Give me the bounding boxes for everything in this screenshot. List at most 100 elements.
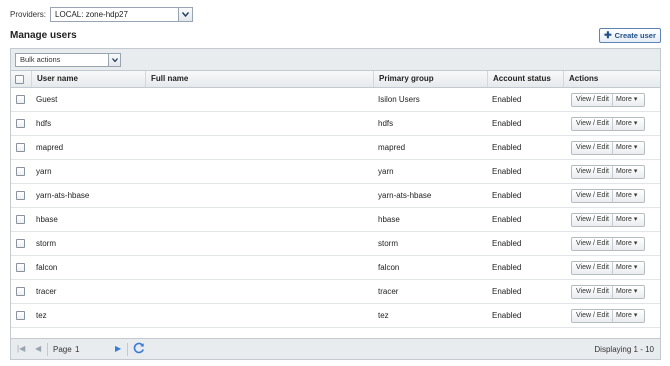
more-menu-button[interactable]: More ▾	[613, 142, 639, 154]
cell-account-status: Enabled	[492, 311, 522, 320]
view-edit-button[interactable]: View / Edit	[572, 214, 613, 226]
view-edit-button[interactable]: View / Edit	[572, 142, 613, 154]
row-checkbox[interactable]	[16, 263, 25, 272]
cell-primary-group: Isilon Users	[378, 95, 420, 104]
grid-toolbar: Bulk actions	[11, 49, 660, 71]
cell-user-name: tracer	[36, 287, 57, 296]
table-row: hdfs hdfs Enabled View / Edit More ▾	[11, 112, 660, 136]
view-edit-button[interactable]: View / Edit	[572, 238, 613, 250]
view-edit-button[interactable]: View / Edit	[572, 310, 613, 322]
table-row: falcon falcon Enabled View / Edit More ▾	[11, 256, 660, 280]
row-checkbox[interactable]	[16, 143, 25, 152]
first-page-icon[interactable]: |◀	[17, 344, 25, 353]
table-row: hbase hbase Enabled View / Edit More ▾	[11, 208, 660, 232]
pagination-bar: |◀ ◀ Page 1 ▶ Displaying 1 - 10	[11, 338, 660, 359]
chevron-down-icon[interactable]	[108, 54, 120, 66]
row-actions-button-group: View / Edit More ▾	[571, 93, 645, 107]
row-checkbox[interactable]	[16, 239, 25, 248]
cell-user-name: tez	[36, 311, 47, 320]
view-edit-button[interactable]: View / Edit	[572, 286, 613, 298]
more-menu-button[interactable]: More ▾	[613, 118, 639, 130]
table-row: yarn yarn Enabled View / Edit More ▾	[11, 160, 660, 184]
cell-user-name: mapred	[36, 143, 64, 152]
table-body: Guest Isilon Users Enabled View / Edit More …	[11, 88, 660, 328]
pager-divider	[47, 343, 48, 356]
cell-primary-group: tez	[378, 311, 389, 320]
cell-account-status: Enabled	[492, 95, 522, 104]
cell-account-status: Enabled	[492, 167, 522, 176]
cell-full-name	[145, 280, 373, 303]
header-select-all-cell	[11, 71, 31, 87]
cell-user-name: hdfs	[36, 119, 52, 128]
row-checkbox[interactable]	[16, 167, 25, 176]
chevron-down-icon[interactable]	[178, 7, 193, 21]
cell-user-name: Guest	[36, 95, 58, 104]
row-checkbox[interactable]	[16, 311, 25, 320]
row-actions-button-group: View / Edit More ▾	[571, 261, 645, 275]
table-row: yarn-ats-hbase yarn-ats-hbase Enabled View …	[11, 184, 660, 208]
column-header-user-name[interactable]: User name	[31, 71, 145, 87]
cell-full-name	[145, 256, 373, 279]
page-label: Page	[53, 345, 72, 354]
cell-full-name	[145, 160, 373, 183]
refresh-icon[interactable]	[133, 342, 145, 356]
cell-account-status: Enabled	[492, 287, 522, 296]
row-actions-button-group: View / Edit More ▾	[571, 285, 645, 299]
providers-selector: Providers: LOCAL: zone-hdp27	[10, 6, 194, 22]
column-header-full-name[interactable]: Full name	[145, 71, 373, 87]
cell-full-name	[145, 112, 373, 135]
cell-user-name: falcon	[36, 263, 58, 272]
row-checkbox[interactable]	[16, 191, 25, 200]
bulk-actions-label: Bulk actions	[20, 55, 61, 64]
cell-full-name	[145, 208, 373, 231]
more-menu-button[interactable]: More ▾	[613, 286, 639, 298]
cell-user-name: yarn-ats-hbase	[36, 191, 90, 200]
page-title: Manage users	[10, 30, 77, 41]
row-checkbox[interactable]	[16, 119, 25, 128]
more-menu-button[interactable]: More ▾	[613, 94, 639, 106]
row-checkbox[interactable]	[16, 215, 25, 224]
prev-page-icon[interactable]: ◀	[35, 344, 41, 353]
view-edit-button[interactable]: View / Edit	[572, 118, 613, 130]
view-edit-button[interactable]: View / Edit	[572, 94, 613, 106]
column-header-actions: Actions	[563, 71, 660, 87]
bulk-actions-dropdown[interactable]: Bulk actions	[15, 53, 121, 67]
more-menu-button[interactable]: More ▾	[613, 214, 639, 226]
row-actions-button-group: View / Edit More ▾	[571, 237, 645, 251]
column-header-account-status[interactable]: Account status	[487, 71, 563, 87]
cell-user-name: storm	[36, 239, 56, 248]
row-checkbox[interactable]	[16, 95, 25, 104]
row-checkbox[interactable]	[16, 287, 25, 296]
cell-full-name	[145, 136, 373, 159]
more-menu-button[interactable]: More ▾	[613, 262, 639, 274]
cell-full-name	[145, 184, 373, 207]
row-actions-button-group: View / Edit More ▾	[571, 141, 645, 155]
cell-primary-group: mapred	[378, 143, 406, 152]
cell-account-status: Enabled	[492, 191, 522, 200]
page-number-input[interactable]: 1	[75, 343, 79, 356]
users-grid: Bulk actions User name Full name Primary…	[10, 48, 661, 360]
column-header-primary-group[interactable]: Primary group	[373, 71, 487, 87]
cell-user-name: yarn	[36, 167, 52, 176]
cell-account-status: Enabled	[492, 119, 522, 128]
more-menu-button[interactable]: More ▾	[613, 190, 639, 202]
view-edit-button[interactable]: View / Edit	[572, 166, 613, 178]
more-menu-button[interactable]: More ▾	[613, 310, 639, 322]
row-actions-button-group: View / Edit More ▾	[571, 213, 645, 227]
more-menu-button[interactable]: More ▾	[613, 238, 639, 250]
cell-account-status: Enabled	[492, 215, 522, 224]
table-row: mapred mapred Enabled View / Edit More ▾	[11, 136, 660, 160]
row-actions-button-group: View / Edit More ▾	[571, 117, 645, 131]
select-all-checkbox[interactable]	[15, 75, 24, 84]
cell-primary-group: hdfs	[378, 119, 394, 128]
providers-dropdown[interactable]: LOCAL: zone-hdp27	[50, 6, 194, 22]
create-user-button[interactable]: ✚ Create user	[599, 28, 661, 43]
table-row: tracer tracer Enabled View / Edit More ▾	[11, 280, 660, 304]
next-page-icon[interactable]: ▶	[115, 344, 121, 353]
view-edit-button[interactable]: View / Edit	[572, 190, 613, 202]
view-edit-button[interactable]: View / Edit	[572, 262, 613, 274]
cell-account-status: Enabled	[492, 239, 522, 248]
more-menu-button[interactable]: More ▾	[613, 166, 639, 178]
cell-primary-group: yarn-ats-hbase	[378, 191, 432, 200]
cell-primary-group: yarn	[378, 167, 394, 176]
